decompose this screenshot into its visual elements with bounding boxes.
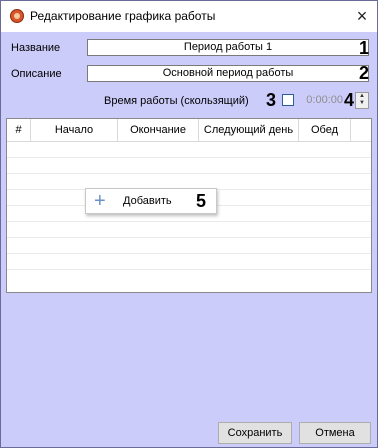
marker-5: 5 <box>196 191 207 211</box>
spin-down-icon[interactable]: ▼ <box>356 100 368 107</box>
column-header-start[interactable]: Начало <box>31 119 118 141</box>
schedule-edit-window: Редактирование графика работы × Название… <box>0 0 378 448</box>
grid-line <box>7 253 371 254</box>
grid-line <box>7 269 371 270</box>
window-title: Редактирование графика работы <box>30 9 216 23</box>
time-spinner[interactable]: ▲ ▼ <box>355 92 369 109</box>
name-field[interactable]: Период работы 1 <box>87 39 369 56</box>
grid-line <box>7 237 371 238</box>
app-logo-icon <box>10 9 24 23</box>
save-button[interactable]: Сохранить <box>218 422 292 444</box>
add-label: Добавить <box>123 195 172 207</box>
marker-1: 1 <box>359 38 370 58</box>
plus-icon: + <box>94 190 106 212</box>
grid-line <box>7 173 371 174</box>
description-field[interactable]: Основной период работы <box>87 65 369 82</box>
time-input[interactable]: 0:00:00 <box>298 92 343 109</box>
marker-2: 2 <box>359 63 370 83</box>
column-header-next-day[interactable]: Следующий день <box>199 119 299 141</box>
column-header-lunch[interactable]: Обед <box>299 119 351 141</box>
marker-4: 4 <box>344 90 355 110</box>
name-label: Название <box>11 42 61 54</box>
grid-line <box>7 221 371 222</box>
cancel-button[interactable]: Отмена <box>299 422 371 444</box>
title-bar: Редактирование графика работы × <box>1 1 377 32</box>
table-header: # Начало Окончание Следующий день Обед <box>7 119 371 142</box>
working-time-label: Время работы (скользящий) <box>104 95 249 107</box>
spin-up-icon[interactable]: ▲ <box>356 93 368 100</box>
column-header-end[interactable]: Окончание <box>118 119 199 141</box>
sliding-checkbox[interactable] <box>282 94 294 106</box>
description-label: Описание <box>11 68 62 80</box>
grid-line <box>7 157 371 158</box>
column-header-number[interactable]: # <box>7 119 31 141</box>
marker-3: 3 <box>266 90 277 110</box>
close-icon[interactable]: × <box>351 5 373 27</box>
